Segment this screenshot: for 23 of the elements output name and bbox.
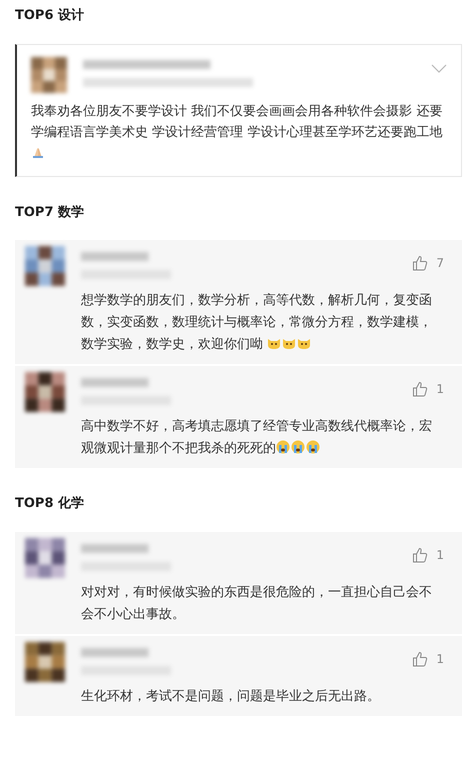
crying-face-icon [306,440,320,454]
comment-text: 想学数学的朋友们，数学分析，高等代数，解析几何，复变函数，实变函数，数理统计与概率论，常微分方程，数学建模，数学实验，数学史，欢迎你们呦 [80,292,433,354]
crying-face-icon [276,440,290,454]
chevron-down-icon[interactable] [431,64,447,74]
comment-text: 对对对，有时候做实验的东西是很危险的，一直担心自己会不会不小心出事故。 [80,584,433,624]
thumbs-up-icon[interactable] [412,546,428,562]
cat-face-icon [297,336,312,350]
comment-text: 高中数学不好，高考填志愿填了经管专业高数线代概率论，宏观微观计量那个不把我杀的死死的 [80,418,433,458]
cat-face-icon [282,336,296,350]
section-title: TOP8 化学 [15,495,86,513]
like-count: 1 [436,650,444,668]
like-count: 7 [436,255,444,272]
section-title: TOP7 数学 [15,204,86,222]
like-count: 1 [436,546,444,564]
like-count: 1 [436,381,444,398]
cat-face-icon [267,336,282,350]
crying-face-icon [291,440,305,454]
comment-text: 我奉劝各位朋友不要学设计 我们不仅要会画画会用各种软件会摄影 还要学编程语言学美术史 学设计经营管理 学设计心理甚至学环艺还要跑工地 [31,100,447,164]
comment-text: 生化环材，考试不是问题，问题是毕业之后无出路。 [80,688,381,706]
thumbs-up-icon[interactable] [412,650,428,666]
thumbs-up-icon[interactable] [412,381,428,397]
thumbs-up-icon[interactable] [412,255,428,271]
section-title: TOP6 设计 [15,7,86,25]
